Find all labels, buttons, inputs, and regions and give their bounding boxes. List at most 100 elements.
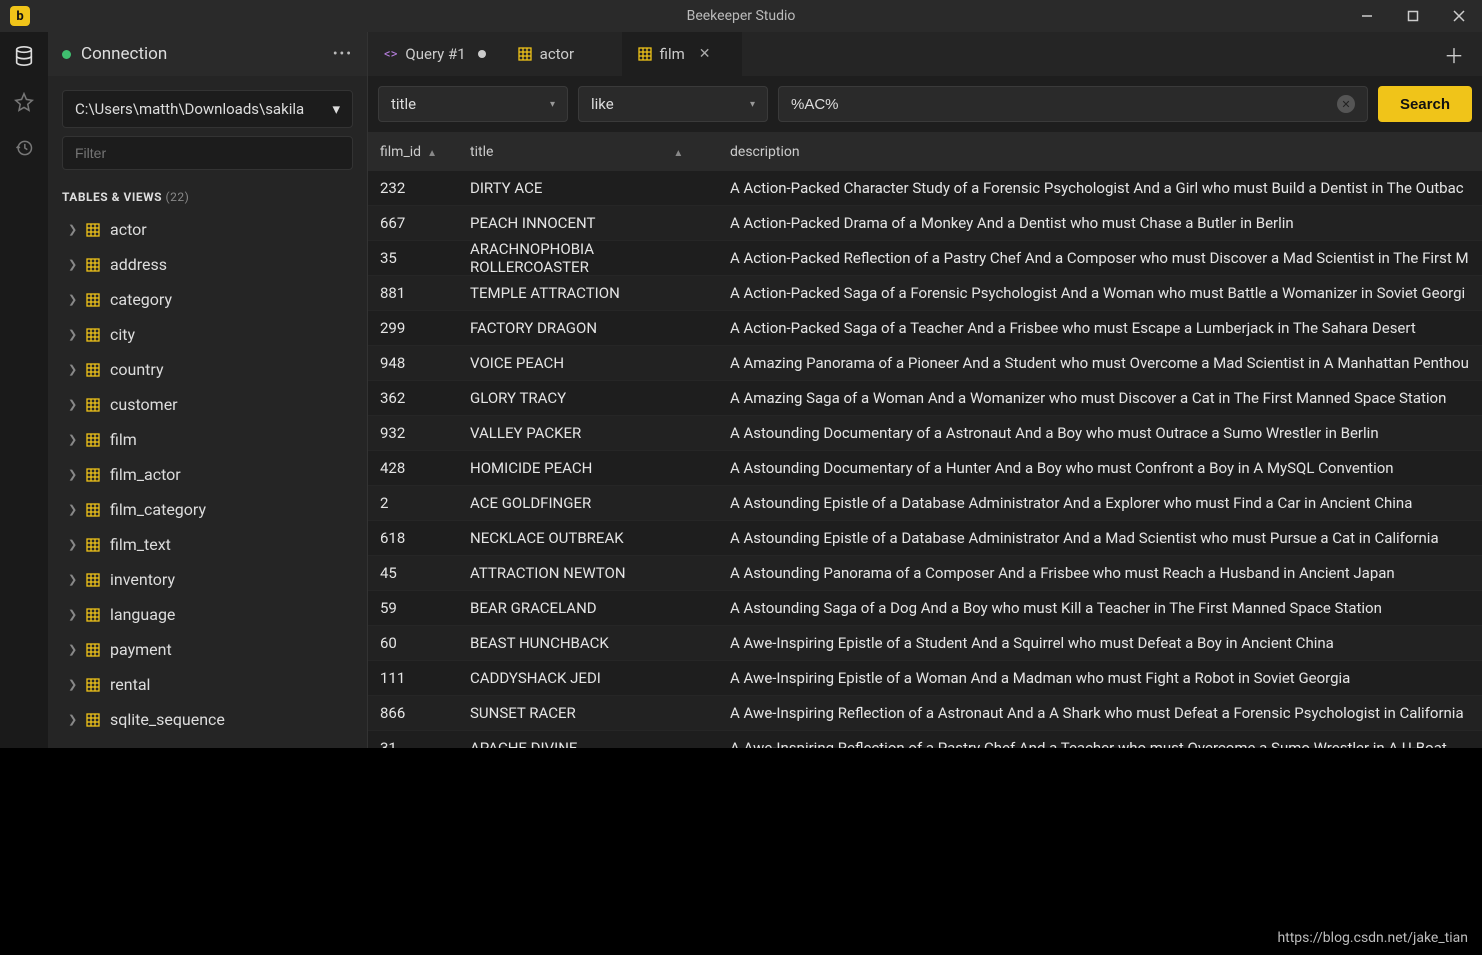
favorites-nav-button[interactable] [10, 88, 38, 116]
database-selector[interactable]: C:\Users\matth\Downloads\sakila ▾ [62, 90, 353, 128]
table-row[interactable]: 232DIRTY ACEA Action-Packed Character St… [368, 171, 1482, 206]
table-row[interactable]: 362GLORY TRACYA Amazing Saga of a Woman … [368, 381, 1482, 416]
table-item-rental[interactable]: ❯rental [48, 667, 367, 702]
table-row[interactable]: 59BEAR GRACELANDA Astounding Saga of a D… [368, 591, 1482, 626]
cell-description: A Action-Packed Drama of a Monkey And a … [718, 214, 1482, 232]
chevron-right-icon: ❯ [68, 608, 76, 621]
table-item-film_text[interactable]: ❯film_text [48, 527, 367, 562]
table-item-actor[interactable]: ❯actor [48, 212, 367, 247]
cell-film-id: 2 [368, 494, 458, 512]
table-header: film_id▲ title▲ description [368, 133, 1482, 171]
table-item-label: film [110, 430, 137, 449]
database-nav-button[interactable] [10, 42, 38, 70]
table-item-sqlite_sequence[interactable]: ❯sqlite_sequence [48, 702, 367, 737]
connection-header: Connection ••• [48, 32, 367, 76]
column-header-film-id[interactable]: film_id▲ [368, 144, 458, 160]
table-icon [86, 328, 100, 342]
app-logo: b [10, 6, 30, 26]
table-filter-input[interactable] [63, 137, 352, 169]
table-row[interactable]: 866SUNSET RACERA Awe-Inspiring Reflectio… [368, 696, 1482, 731]
table-row[interactable]: 31APACHE DIVINEA Awe-Inspiring Reflectio… [368, 731, 1482, 748]
table-icon [86, 713, 100, 727]
cell-film-id: 45 [368, 564, 458, 582]
table-row[interactable]: 428HOMICIDE PEACHA Astounding Documentar… [368, 451, 1482, 486]
tab-film[interactable]: film✕ [622, 32, 742, 76]
table-row[interactable]: 299FACTORY DRAGONA Action-Packed Saga of… [368, 311, 1482, 346]
table-item-address[interactable]: ❯address [48, 247, 367, 282]
table-icon [86, 363, 100, 377]
dirty-dot-icon [478, 50, 486, 58]
close-tab-button[interactable]: ✕ [699, 46, 711, 62]
table-row[interactable]: 111CADDYSHACK JEDIA Awe-Inspiring Epistl… [368, 661, 1482, 696]
cell-film-id: 60 [368, 634, 458, 652]
clear-search-button[interactable]: ✕ [1337, 95, 1355, 113]
table-item-label: film_category [110, 500, 206, 519]
data-table: film_id▲ title▲ description 232DIRTY ACE… [368, 133, 1482, 748]
table-icon [86, 678, 100, 692]
cell-title: APACHE DIVINE [458, 739, 718, 748]
table-item-label: sqlite_sequence [110, 710, 225, 729]
table-row[interactable]: 2ACE GOLDFINGERA Astounding Epistle of a… [368, 486, 1482, 521]
cell-description: A Action-Packed Character Study of a For… [718, 179, 1482, 197]
table-icon [86, 573, 100, 587]
new-tab-button[interactable]: ＋ [1426, 32, 1482, 76]
tab-query-#1[interactable]: <>Query #1 [368, 32, 502, 76]
cell-film-id: 932 [368, 424, 458, 442]
cell-title: ACE GOLDFINGER [458, 494, 718, 512]
cell-description: A Astounding Epistle of a Database Admin… [718, 529, 1482, 547]
table-row[interactable]: 667PEACH INNOCENTA Action-Packed Drama o… [368, 206, 1482, 241]
maximize-button[interactable] [1390, 0, 1436, 32]
table-item-inventory[interactable]: ❯inventory [48, 562, 367, 597]
table-row[interactable]: 35ARACHNOPHOBIA ROLLERCOASTERA Action-Pa… [368, 241, 1482, 276]
table-row[interactable]: 948VOICE PEACHA Amazing Panorama of a Pi… [368, 346, 1482, 381]
table-item-film_actor[interactable]: ❯film_actor [48, 457, 367, 492]
search-input[interactable] [791, 96, 1337, 113]
table-row[interactable]: 45ATTRACTION NEWTONA Astounding Panorama… [368, 556, 1482, 591]
minimize-button[interactable] [1344, 0, 1390, 32]
table-item-city[interactable]: ❯city [48, 317, 367, 352]
table-item-film_category[interactable]: ❯film_category [48, 492, 367, 527]
chevron-right-icon: ❯ [68, 538, 76, 551]
close-button[interactable] [1436, 0, 1482, 32]
table-item-country[interactable]: ❯country [48, 352, 367, 387]
maximize-icon [1407, 10, 1419, 22]
tab-actor[interactable]: actor [502, 32, 622, 76]
table-row[interactable]: 60BEAST HUNCHBACKA Awe-Inspiring Epistle… [368, 626, 1482, 661]
cell-film-id: 232 [368, 179, 458, 197]
column-header-title[interactable]: title▲ [458, 144, 718, 160]
search-box: ✕ [778, 86, 1368, 122]
cell-title: VOICE PEACH [458, 354, 718, 372]
chevron-right-icon: ❯ [68, 643, 76, 656]
table-item-customer[interactable]: ❯customer [48, 387, 367, 422]
table-row[interactable]: 932VALLEY PACKERA Astounding Documentary… [368, 416, 1482, 451]
cell-description: A Amazing Panorama of a Pioneer And a St… [718, 354, 1482, 372]
table-item-category[interactable]: ❯category [48, 282, 367, 317]
table-icon [518, 47, 532, 61]
cell-title: FACTORY DRAGON [458, 319, 718, 337]
table-item-language[interactable]: ❯language [48, 597, 367, 632]
caret-down-icon: ▾ [550, 99, 555, 110]
table-filter[interactable] [62, 136, 353, 170]
table-item-label: country [110, 360, 164, 379]
table-item-payment[interactable]: ❯payment [48, 632, 367, 667]
history-nav-button[interactable] [10, 134, 38, 162]
cell-title: HOMICIDE PEACH [458, 459, 718, 477]
sidebar: Connection ••• C:\Users\matth\Downloads\… [48, 32, 368, 748]
cell-description: A Astounding Documentary of a Hunter And… [718, 459, 1482, 477]
search-button[interactable]: Search [1378, 86, 1472, 122]
table-icon [86, 538, 100, 552]
connection-menu-button[interactable]: ••• [333, 46, 353, 62]
caret-down-icon: ▾ [750, 99, 755, 110]
table-row[interactable]: 618NECKLACE OUTBREAKA Astounding Epistle… [368, 521, 1482, 556]
chevron-right-icon: ❯ [68, 328, 76, 341]
column-header-description[interactable]: description [718, 144, 1482, 160]
column-select[interactable]: title ▾ [378, 86, 568, 122]
operator-select[interactable]: like ▾ [578, 86, 768, 122]
cell-film-id: 362 [368, 389, 458, 407]
table-item-film[interactable]: ❯film [48, 422, 367, 457]
cell-title: GLORY TRACY [458, 389, 718, 407]
cell-title: VALLEY PACKER [458, 424, 718, 442]
cell-title: PEACH INNOCENT [458, 214, 718, 232]
cell-description: A Amazing Saga of a Woman And a Womanize… [718, 389, 1482, 407]
table-row[interactable]: 881TEMPLE ATTRACTIONA Action-Packed Saga… [368, 276, 1482, 311]
